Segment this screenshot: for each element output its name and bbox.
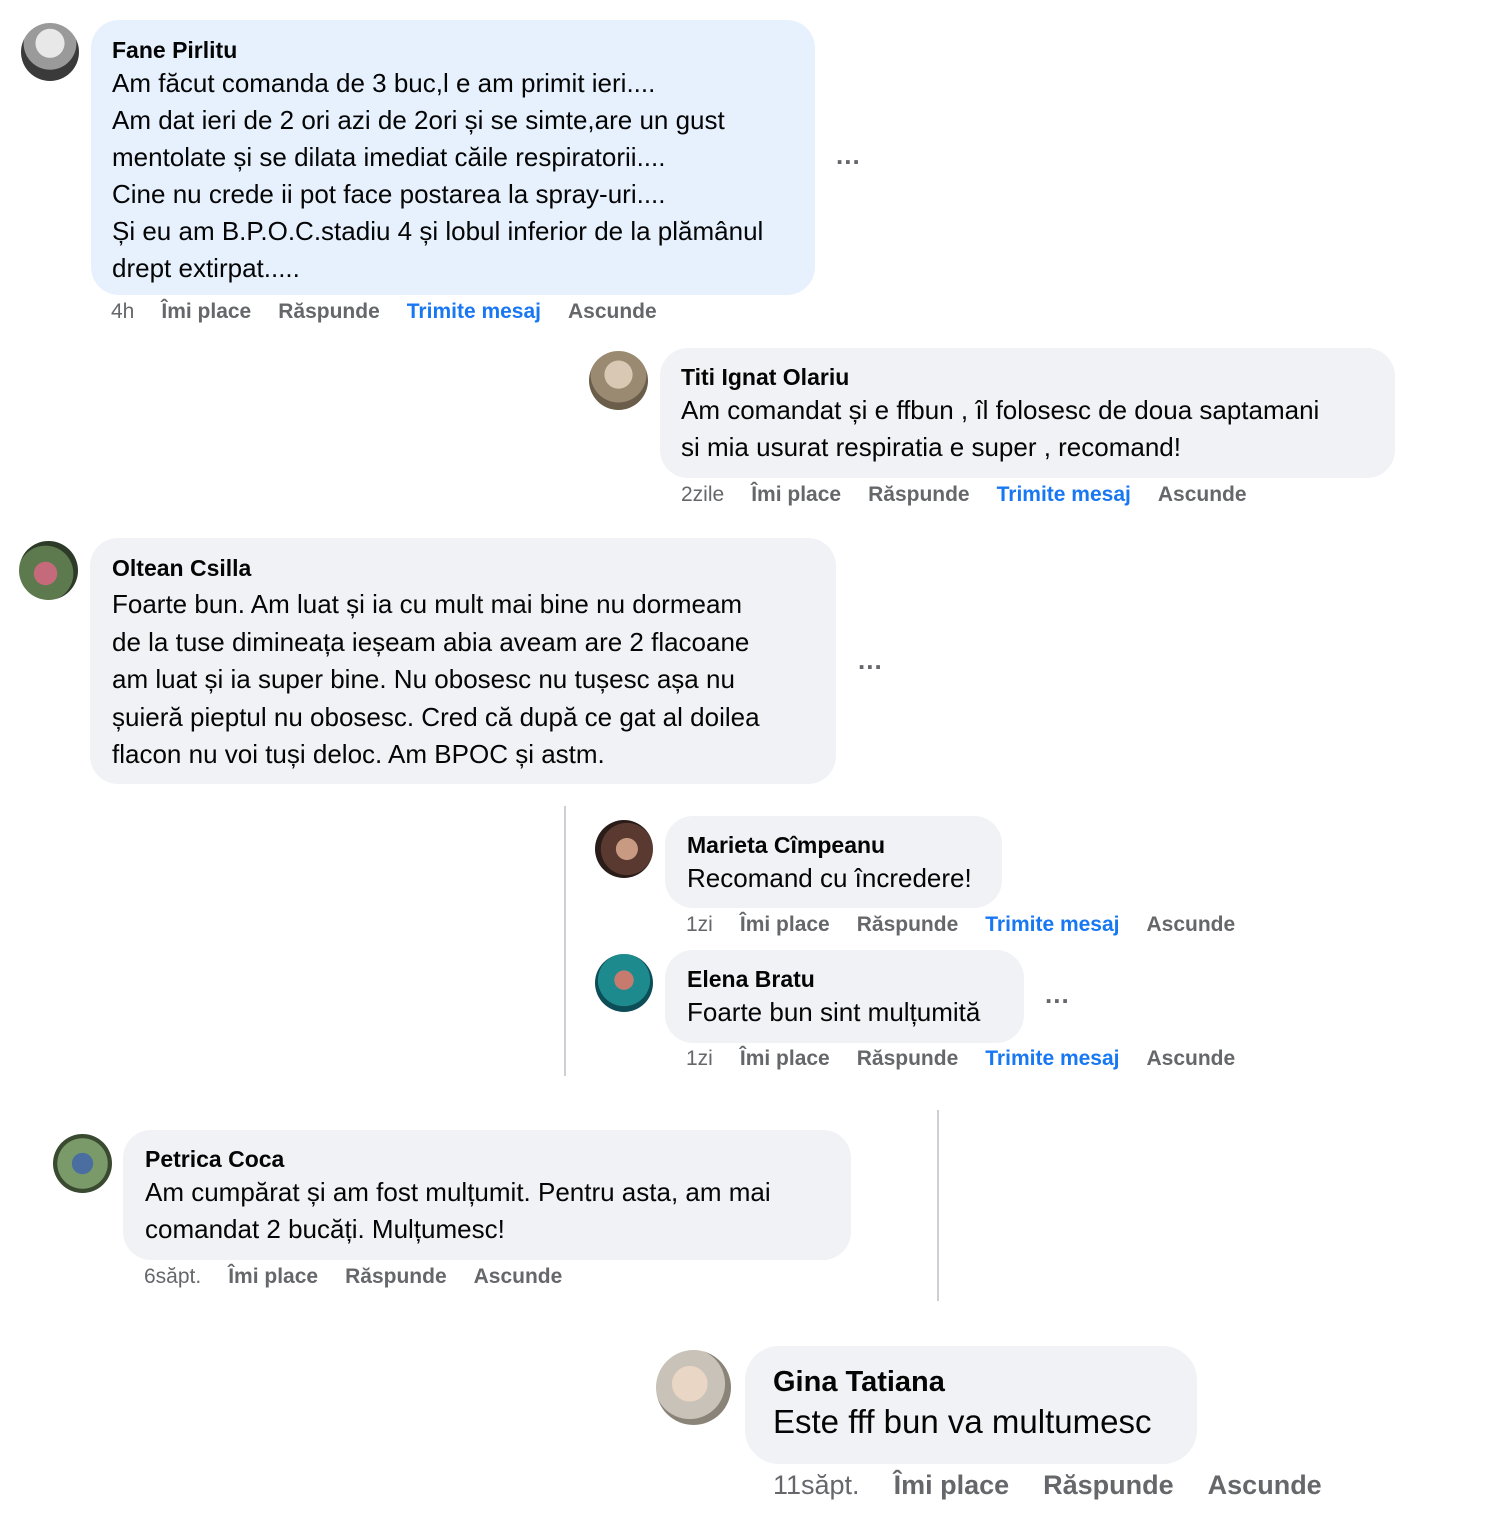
like-button[interactable]: Îmi place	[894, 1470, 1010, 1500]
avatar[interactable]	[595, 954, 653, 1012]
comment-actions: 2zile Îmi place Răspunde Trimite mesaj Ascun…	[681, 483, 1274, 507]
comment-time[interactable]: 11săpt.	[773, 1470, 860, 1500]
comment-author[interactable]: Petrica Coca	[145, 1144, 829, 1174]
like-button[interactable]: Îmi place	[161, 300, 251, 323]
hide-button[interactable]: Ascunde	[1147, 1047, 1236, 1070]
avatar[interactable]	[53, 1134, 112, 1193]
comment-author[interactable]: Marieta Cîmpeanu	[687, 830, 980, 860]
comment-text: Am cumpărat și am fost mulțumit. Pentru …	[145, 1177, 771, 1244]
comment-time[interactable]: 1zi	[686, 1047, 713, 1070]
hide-button[interactable]: Ascunde	[1147, 913, 1236, 936]
send-message-button[interactable]: Trimite mesaj	[997, 483, 1131, 506]
comment-bubble: Petrica Coca Am cumpărat și am fost mulț…	[123, 1130, 851, 1260]
comment-author[interactable]: Titi Ignat Olariu	[681, 362, 1374, 392]
comment-bubble: Fane Pirlitu Am făcut comanda de 3 buc,l…	[91, 20, 815, 295]
reply-button[interactable]: Răspunde	[868, 483, 970, 506]
comment-time[interactable]: 1zi	[686, 913, 713, 936]
send-message-button[interactable]: Trimite mesaj	[985, 1047, 1119, 1070]
comment-bubble: Marieta Cîmpeanu Recomand cu încredere!	[665, 816, 1002, 908]
reply-button[interactable]: Răspunde	[857, 1047, 959, 1070]
avatar[interactable]	[21, 23, 79, 81]
comment-actions: 4h Îmi place Răspunde Trimite mesaj Ascunde	[111, 300, 684, 324]
avatar[interactable]	[656, 1350, 731, 1425]
more-options-icon[interactable]: ...	[836, 140, 861, 171]
comment-time[interactable]: 6săpt.	[144, 1265, 201, 1288]
like-button[interactable]: Îmi place	[740, 1047, 830, 1070]
reply-button[interactable]: Răspunde	[345, 1265, 447, 1288]
comment-author[interactable]: Gina Tatiana	[773, 1363, 1169, 1401]
comment-text: Foarte bun. Am luat și ia cu mult mai bi…	[112, 589, 760, 769]
send-message-button[interactable]: Trimite mesaj	[985, 913, 1119, 936]
more-options-icon[interactable]: ...	[1045, 979, 1070, 1010]
like-button[interactable]: Îmi place	[740, 913, 830, 936]
comment-text: Foarte bun sint mulțumită	[687, 997, 981, 1027]
hide-button[interactable]: Ascunde	[568, 300, 657, 323]
avatar[interactable]	[589, 351, 648, 410]
comment-time[interactable]: 4h	[111, 300, 134, 323]
comment-actions: 1zi Îmi place Răspunde Trimite mesaj Ascunde	[686, 913, 1262, 937]
comment-time[interactable]: 2zile	[681, 483, 724, 506]
comment-author[interactable]: Fane Pirlitu	[112, 35, 794, 65]
like-button[interactable]: Îmi place	[751, 483, 841, 506]
thread-line	[564, 806, 566, 1076]
hide-button[interactable]: Ascunde	[1158, 483, 1247, 506]
comment-text: Este fff bun va multumesc	[773, 1403, 1152, 1440]
reply-button[interactable]: Răspunde	[857, 913, 959, 936]
comment-author[interactable]: Elena Bratu	[687, 964, 1002, 994]
hide-button[interactable]: Ascunde	[1208, 1470, 1322, 1500]
comment-actions: 1zi Îmi place Răspunde Trimite mesaj Ascunde	[686, 1047, 1262, 1071]
avatar[interactable]	[595, 820, 653, 878]
comment-text: Am făcut comanda de 3 buc,l e am primit …	[112, 68, 764, 283]
comment-actions: 11săpt. Îmi place Răspunde Ascunde	[773, 1470, 1356, 1501]
comment-text: Recomand cu încredere!	[687, 863, 972, 893]
avatar[interactable]	[19, 541, 78, 600]
comment-text: Am comandat și e ffbun , îl folosesc de …	[681, 395, 1320, 462]
comment-bubble: Elena Bratu Foarte bun sint mulțumită	[665, 950, 1024, 1043]
comment-bubble: Gina Tatiana Este fff bun va multumesc	[745, 1346, 1197, 1464]
comment-bubble: Oltean Csilla Foarte bun. Am luat și ia …	[90, 538, 836, 784]
send-message-button[interactable]: Trimite mesaj	[407, 300, 541, 323]
comment-bubble: Titi Ignat Olariu Am comandat și e ffbun…	[660, 348, 1395, 478]
comment-actions: 6săpt. Îmi place Răspunde Ascunde	[144, 1265, 589, 1289]
thread-line	[937, 1110, 939, 1301]
like-button[interactable]: Îmi place	[228, 1265, 318, 1288]
reply-button[interactable]: Răspunde	[1043, 1470, 1174, 1500]
comment-author[interactable]: Oltean Csilla	[112, 553, 814, 583]
hide-button[interactable]: Ascunde	[474, 1265, 563, 1288]
reply-button[interactable]: Răspunde	[278, 300, 380, 323]
more-options-icon[interactable]: ...	[858, 645, 883, 676]
